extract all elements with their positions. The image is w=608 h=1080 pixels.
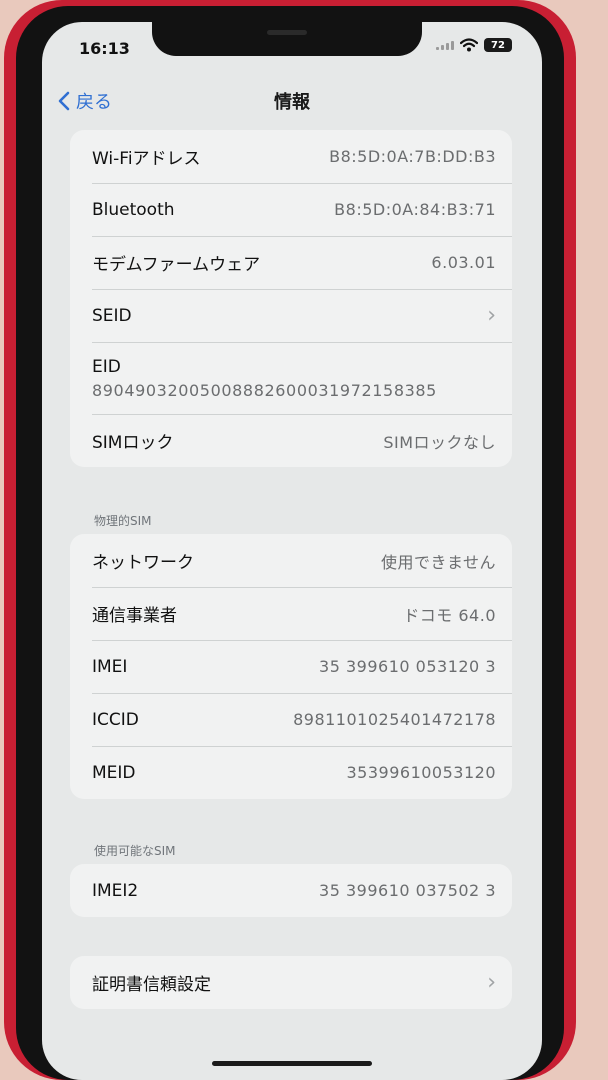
row-value: ドコモ 64.0 <box>403 605 496 625</box>
list-item[interactable]: IMEI2 35 399610 037502 3 <box>70 864 512 917</box>
speaker <box>267 30 307 35</box>
notch <box>152 22 422 56</box>
row-value: SIMロックなし <box>383 432 496 452</box>
row-label: Wi-Fiアドレス <box>92 149 201 169</box>
page-title: 情報 <box>274 92 310 113</box>
eid-value: 89049032005008882600031972158385 <box>92 380 437 400</box>
row-value: 8981101025401472178 <box>293 710 496 729</box>
status-icons: 72 <box>436 38 512 52</box>
row-label: IMEI <box>92 656 128 677</box>
home-indicator[interactable] <box>212 1061 372 1066</box>
screen: 16:13 72 戻る 情報 Wi-Fiアドレス B8:5D:0A:7B:DD:… <box>42 22 542 1080</box>
row-label: 通信事業者 <box>92 606 177 626</box>
section-header: 使用可能なSIM <box>94 844 176 858</box>
chevron-right-icon: › <box>487 969 496 995</box>
list-item[interactable]: IMEI 35 399610 053120 3 <box>70 640 512 693</box>
eid-row[interactable]: EID 89049032005008882600031972158385 <box>70 342 512 414</box>
row-label: ICCID <box>92 709 139 730</box>
row-label: モデムファームウェア <box>92 255 261 275</box>
wifi-icon <box>460 38 478 52</box>
row-value: 35399610053120 <box>346 763 496 782</box>
row-value: 35 399610 037502 3 <box>319 881 496 900</box>
physical-sim-group: ネットワーク 使用できません 通信事業者 ドコモ 64.0 IMEI 35 39… <box>70 534 512 799</box>
list-item[interactable]: MEID 35399610053120 <box>70 746 512 799</box>
certificate-group: 証明書信頼設定 › <box>70 956 512 1009</box>
device-info-group: Wi-Fiアドレス B8:5D:0A:7B:DD:B3 Bluetooth B8… <box>70 130 512 467</box>
available-sim-group: IMEI2 35 399610 037502 3 <box>70 864 512 917</box>
section-header: 物理的SIM <box>94 514 152 528</box>
row-label: EID <box>92 356 121 377</box>
list-item[interactable]: Wi-Fiアドレス B8:5D:0A:7B:DD:B3 <box>70 130 512 183</box>
chevron-right-icon: › <box>487 302 496 328</box>
seid-row[interactable]: SEID › <box>70 289 512 342</box>
row-label: ネットワーク <box>92 553 194 573</box>
status-time: 16:13 <box>79 39 130 58</box>
list-item[interactable]: モデムファームウェア 6.03.01 <box>70 236 512 289</box>
list-item[interactable]: SIMロック SIMロックなし <box>70 414 512 467</box>
row-value: 35 399610 053120 3 <box>319 657 496 676</box>
row-label: IMEI2 <box>92 880 139 901</box>
row-label: SEID <box>92 305 132 326</box>
certificate-trust-row[interactable]: 証明書信頼設定 › <box>70 956 512 1009</box>
row-label: SIMロック <box>92 433 174 453</box>
row-value: 6.03.01 <box>431 253 496 272</box>
row-label: MEID <box>92 762 136 783</box>
row-label: Bluetooth <box>92 199 175 220</box>
list-item[interactable]: ネットワーク 使用できません <box>70 534 512 587</box>
row-value: B8:5D:0A:7B:DD:B3 <box>329 147 496 166</box>
signal-icon <box>436 40 454 50</box>
list-item[interactable]: Bluetooth B8:5D:0A:84:B3:71 <box>70 183 512 236</box>
row-label: 証明書信頼設定 <box>92 975 211 995</box>
list-item[interactable]: ICCID 8981101025401472178 <box>70 693 512 746</box>
row-value: 使用できません <box>380 552 496 572</box>
battery-icon: 72 <box>484 38 512 52</box>
row-value: B8:5D:0A:84:B3:71 <box>334 200 496 219</box>
list-item[interactable]: 通信事業者 ドコモ 64.0 <box>70 587 512 640</box>
